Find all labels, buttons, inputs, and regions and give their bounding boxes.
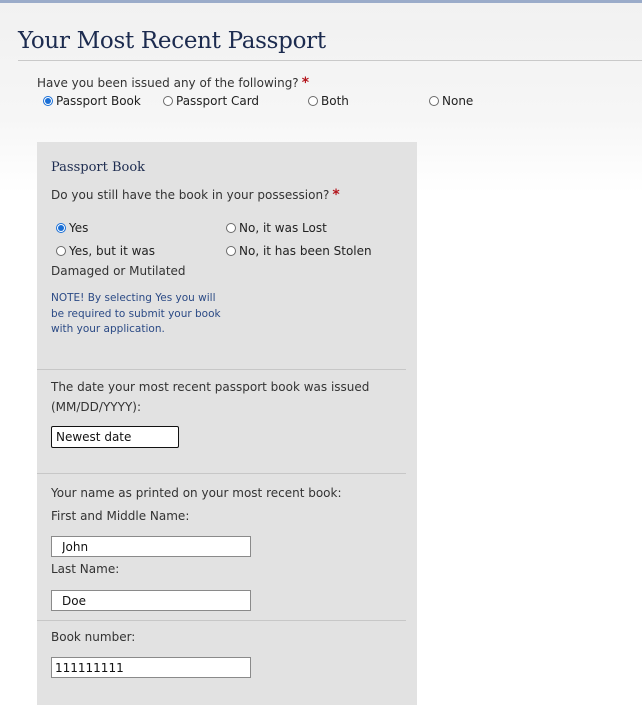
radio-both[interactable]: Both bbox=[308, 94, 349, 108]
radio-possession-damaged[interactable]: Yes, but it was bbox=[56, 244, 155, 258]
radio-label: Both bbox=[321, 94, 349, 108]
required-mark: * bbox=[332, 187, 340, 203]
radio-selected-icon bbox=[56, 223, 66, 233]
radio-passport-book[interactable]: Passport Book bbox=[43, 94, 141, 108]
radio-unselected-icon bbox=[429, 96, 439, 106]
radio-label: Passport Card bbox=[176, 94, 260, 108]
radio-label: Passport Book bbox=[56, 94, 141, 108]
last-name-input[interactable] bbox=[51, 590, 251, 611]
section-divider bbox=[37, 369, 406, 370]
radio-selected-icon bbox=[43, 96, 53, 106]
radio-unselected-icon bbox=[226, 223, 236, 233]
issue-date-label: The date your most recent passport book … bbox=[51, 380, 370, 394]
possession-question: Do you still have the book in your posse… bbox=[51, 187, 340, 203]
radio-label: No, it was Lost bbox=[239, 221, 327, 235]
issued-question-label: Have you been issued any of the followin… bbox=[37, 76, 299, 90]
name-heading: Your name as printed on your most recent… bbox=[51, 486, 342, 500]
title-divider bbox=[18, 60, 642, 61]
radio-possession-lost[interactable]: No, it was Lost bbox=[226, 221, 327, 235]
first-name-label: First and Middle Name: bbox=[51, 509, 190, 523]
radio-label: Yes, but it was bbox=[69, 244, 156, 258]
issued-question: Have you been issued any of the followin… bbox=[37, 75, 309, 91]
issue-date-format-label: (MM/DD/YYYY): bbox=[51, 400, 141, 414]
radio-label: Yes bbox=[69, 221, 89, 235]
radio-unselected-icon bbox=[308, 96, 318, 106]
radio-none[interactable]: None bbox=[429, 94, 473, 108]
possession-question-label: Do you still have the book in your posse… bbox=[51, 188, 330, 202]
book-number-input[interactable] bbox=[51, 657, 251, 678]
required-mark: * bbox=[301, 75, 310, 91]
section-divider bbox=[37, 620, 406, 621]
radio-passport-card[interactable]: Passport Card bbox=[163, 94, 259, 108]
radio-possession-stolen[interactable]: No, it has been Stolen bbox=[226, 244, 372, 258]
radio-damaged-label-line2: Damaged or Mutilated bbox=[51, 264, 186, 278]
passport-book-title: Passport Book bbox=[51, 160, 146, 175]
last-name-label: Last Name: bbox=[51, 562, 120, 576]
yes-selection-note: NOTE! By selecting Yes you will be requi… bbox=[51, 292, 221, 335]
radio-unselected-icon bbox=[163, 96, 173, 106]
radio-unselected-icon bbox=[56, 246, 66, 256]
radio-unselected-icon bbox=[226, 246, 236, 256]
page-title: Your Most Recent Passport bbox=[18, 28, 326, 54]
issue-date-input[interactable] bbox=[51, 426, 179, 448]
radio-label: No, it has been Stolen bbox=[239, 244, 372, 258]
first-middle-name-input[interactable] bbox=[51, 536, 251, 557]
section-divider bbox=[37, 473, 406, 474]
radio-possession-yes[interactable]: Yes bbox=[56, 221, 88, 235]
book-number-label: Book number: bbox=[51, 630, 136, 644]
radio-label: None bbox=[442, 94, 474, 108]
